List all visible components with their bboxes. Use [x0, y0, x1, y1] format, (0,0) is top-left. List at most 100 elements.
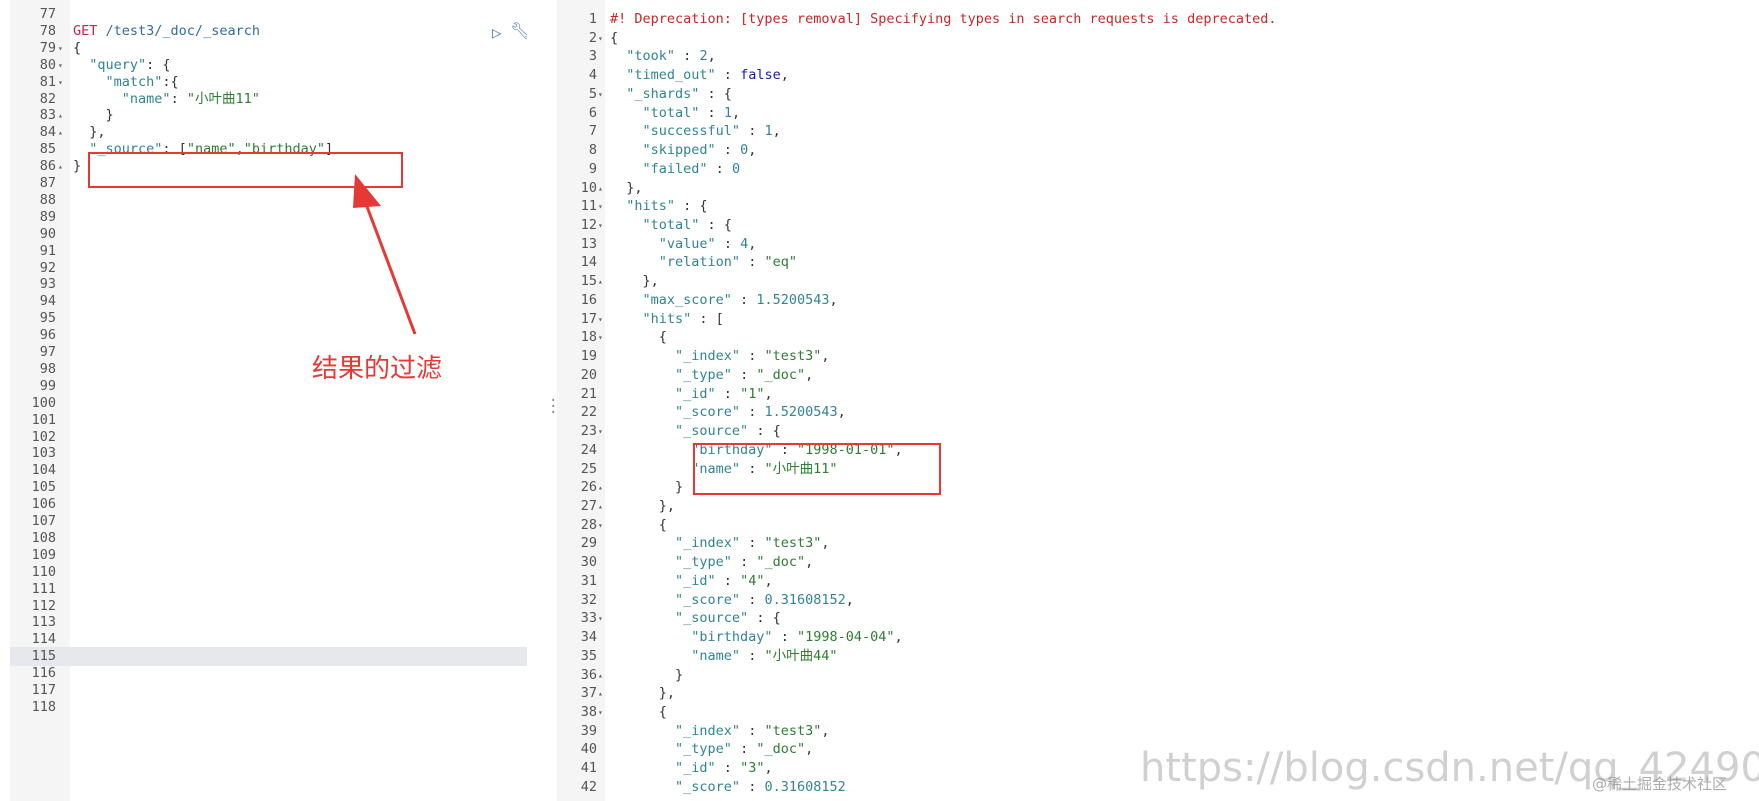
fold-collapse-icon[interactable]: ▾: [598, 216, 603, 235]
code-line[interactable]: 38 ▾ {: [557, 703, 1759, 722]
play-icon[interactable]: ▷: [492, 23, 502, 42]
fold-expand-icon[interactable]: ▴: [598, 684, 603, 703]
fold-expand-icon[interactable]: ▴: [598, 272, 603, 291]
line-code: "timed_out" : false,: [610, 66, 789, 85]
code-line[interactable]: 32 "_score" : 0.31608152,: [557, 591, 1759, 610]
code-token: /test3/_doc/_search: [105, 22, 260, 39]
code-token: "relation": [658, 254, 741, 271]
code-line[interactable]: 8 "skipped" : 0,: [557, 141, 1759, 160]
code-token: "1998-04-04": [796, 629, 895, 646]
response-viewer[interactable]: 1 #! Deprecation: [types removal] Specify…: [557, 0, 1759, 801]
code-line[interactable]: 19 "_index" : "test3",: [557, 347, 1759, 366]
line-code: "_index" : "test3",: [610, 534, 830, 553]
line-code: "successful" : 1,: [610, 122, 781, 141]
code-line[interactable]: 30 "_type" : "_doc",: [557, 553, 1759, 572]
line-code: {: [610, 29, 618, 48]
line-number: 19: [580, 348, 597, 365]
line-number: 25: [580, 460, 597, 477]
code-line[interactable]: 15 ▴ },: [557, 272, 1759, 291]
code-line[interactable]: 10 ▴ },: [557, 179, 1759, 198]
code-token: ,: [894, 629, 903, 646]
code-line[interactable]: 2 ▾ {: [557, 29, 1759, 48]
code-line[interactable]: 17 ▾ "hits" : [: [557, 310, 1759, 329]
line-number: 11: [580, 198, 597, 215]
code-line[interactable]: 35 "name" : "小叶曲44": [557, 647, 1759, 666]
fold-collapse-icon[interactable]: ▾: [598, 197, 603, 216]
code-line[interactable]: 13 "value" : 4,: [557, 235, 1759, 254]
code-line[interactable]: 11 ▾ "hits" : {: [557, 197, 1759, 216]
fold-collapse-icon[interactable]: ▾: [598, 310, 603, 329]
code-line[interactable]: 37 ▴ },: [557, 684, 1759, 703]
line-code: "max_score" : 1.5200543,: [610, 291, 838, 310]
line-number: 41: [580, 760, 597, 777]
fold-collapse-icon[interactable]: ▾: [598, 85, 603, 104]
line-number: 2: [588, 29, 597, 46]
fold-collapse-icon[interactable]: ▾: [598, 29, 603, 48]
code-line[interactable]: 23 ▾ "_source" : {: [557, 422, 1759, 441]
code-token: ,: [805, 741, 814, 758]
code-line[interactable]: 27 ▴ },: [557, 497, 1759, 516]
code-token: 0: [740, 142, 749, 159]
code-line[interactable]: 7 "successful" : 1,: [557, 122, 1759, 141]
code-token: :: [740, 591, 765, 608]
code-line[interactable]: 16 "max_score" : 1.5200543,: [557, 291, 1759, 310]
code-line[interactable]: 36 ▴ }: [557, 666, 1759, 685]
code-line[interactable]: 1 #! Deprecation: [types removal] Specify…: [557, 10, 1759, 29]
code-token: "_doc": [756, 366, 806, 383]
fold-expand-icon[interactable]: ▴: [598, 478, 603, 497]
fold-collapse-icon[interactable]: ▾: [598, 703, 603, 722]
code-line[interactable]: 9 "failed" : 0: [557, 160, 1759, 179]
code-token: "_type": [675, 366, 732, 383]
code-line[interactable]: 39 "_index" : "test3",: [557, 722, 1759, 741]
fold-collapse-icon[interactable]: ▾: [598, 422, 603, 441]
code-token: "小叶曲11": [186, 90, 260, 107]
line-number: 42: [580, 778, 597, 795]
code-line[interactable]: 28 ▾ {: [557, 516, 1759, 535]
code-token: },: [610, 685, 676, 702]
code-line[interactable]: 4 "timed_out" : false,: [557, 66, 1759, 85]
code-token: },: [610, 273, 659, 290]
code-token: : {: [146, 56, 171, 73]
code-token: ,: [821, 535, 830, 552]
code-line[interactable]: 20 "_type" : "_doc",: [557, 366, 1759, 385]
fold-expand-icon[interactable]: ▴: [598, 666, 603, 685]
code-token: {: [610, 329, 667, 346]
code-line[interactable]: 12 ▾ "total" : {: [557, 216, 1759, 235]
line-code: "_id" : "4",: [610, 572, 773, 591]
code-line[interactable]: 21 "_id" : "1",: [557, 385, 1759, 404]
code-token: "name": [121, 90, 171, 107]
code-line[interactable]: 18 ▾ {: [557, 328, 1759, 347]
code-token: :: [740, 404, 765, 421]
fold-collapse-icon[interactable]: ▾: [598, 516, 603, 535]
code-line[interactable]: 29 "_index" : "test3",: [557, 534, 1759, 553]
fold-collapse-icon[interactable]: ▾: [598, 609, 603, 628]
code-token: 0.31608152: [764, 591, 846, 608]
code-line[interactable]: 33 ▾ "_source" : {: [557, 609, 1759, 628]
code-token: :: [731, 741, 757, 758]
code-line[interactable]: 118: [10, 698, 527, 717]
code-token: "_score": [675, 778, 741, 795]
line-number: 31: [580, 572, 597, 589]
code-line[interactable]: 6 "total" : 1,: [557, 104, 1759, 123]
fold-expand-icon[interactable]: ▴: [598, 179, 603, 198]
code-token: "eq": [764, 254, 797, 271]
fold-collapse-icon[interactable]: ▾: [598, 328, 603, 347]
line-number: 6: [588, 104, 597, 121]
code-token: "failed": [642, 160, 708, 177]
line-code: "value" : 4,: [610, 235, 757, 254]
code-token: :: [707, 160, 732, 177]
request-editor[interactable]: 77 78 GET /test3/_doc/_search 79 ▾{80 ▾ "quer…: [10, 0, 527, 801]
code-line[interactable]: 31 "_id" : "4",: [557, 572, 1759, 591]
fold-expand-icon[interactable]: ▴: [598, 497, 603, 516]
code-line[interactable]: 34 "birthday" : "1998-04-04",: [557, 628, 1759, 647]
code-token: },: [610, 497, 676, 514]
code-line[interactable]: 3 "took" : 2,: [557, 47, 1759, 66]
code-line[interactable]: 14 "relation" : "eq": [557, 253, 1759, 272]
code-line[interactable]: 5 ▾ "_shards" : {: [557, 85, 1759, 104]
wrench-icon[interactable]: 🔧︎: [510, 21, 527, 40]
code-line[interactable]: 22 "_score" : 1.5200543,: [557, 403, 1759, 422]
